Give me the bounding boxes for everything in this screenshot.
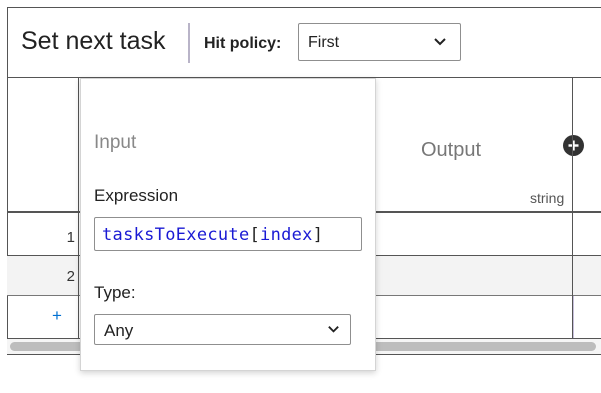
type-select[interactable]: Any — [94, 314, 351, 345]
column-divider — [78, 78, 79, 338]
expression-value: tasksToExecute[index] — [102, 225, 324, 245]
hit-policy-select[interactable]: First — [298, 23, 461, 61]
chevron-down-icon — [434, 38, 446, 46]
decision-table-header: Set next task Hit policy: First — [7, 7, 601, 78]
output-column-label[interactable]: Output — [421, 139, 481, 162]
chevron-down-icon — [328, 326, 339, 333]
header-separator — [188, 23, 190, 63]
type-value: Any — [104, 321, 134, 340]
row-number: 1 — [66, 229, 75, 246]
add-column-button[interactable] — [563, 135, 584, 156]
add-row-button[interactable]: + — [52, 306, 62, 326]
row-number: 2 — [66, 268, 75, 285]
plus-circle-icon — [568, 140, 579, 151]
hit-policy-label: Hit policy: — [204, 35, 282, 52]
input-column-popover: Input Expression tasksToExecute[index] T… — [80, 78, 376, 371]
type-label: Type: — [94, 283, 136, 302]
expression-input[interactable]: tasksToExecute[index] — [94, 217, 362, 251]
hit-policy-value: First — [308, 34, 340, 51]
output-type-label: string — [530, 190, 565, 206]
decision-name[interactable]: Set next task — [21, 27, 166, 56]
column-divider — [573, 296, 574, 340]
popover-section-title: Input — [94, 132, 137, 153]
expression-label: Expression — [94, 186, 179, 205]
